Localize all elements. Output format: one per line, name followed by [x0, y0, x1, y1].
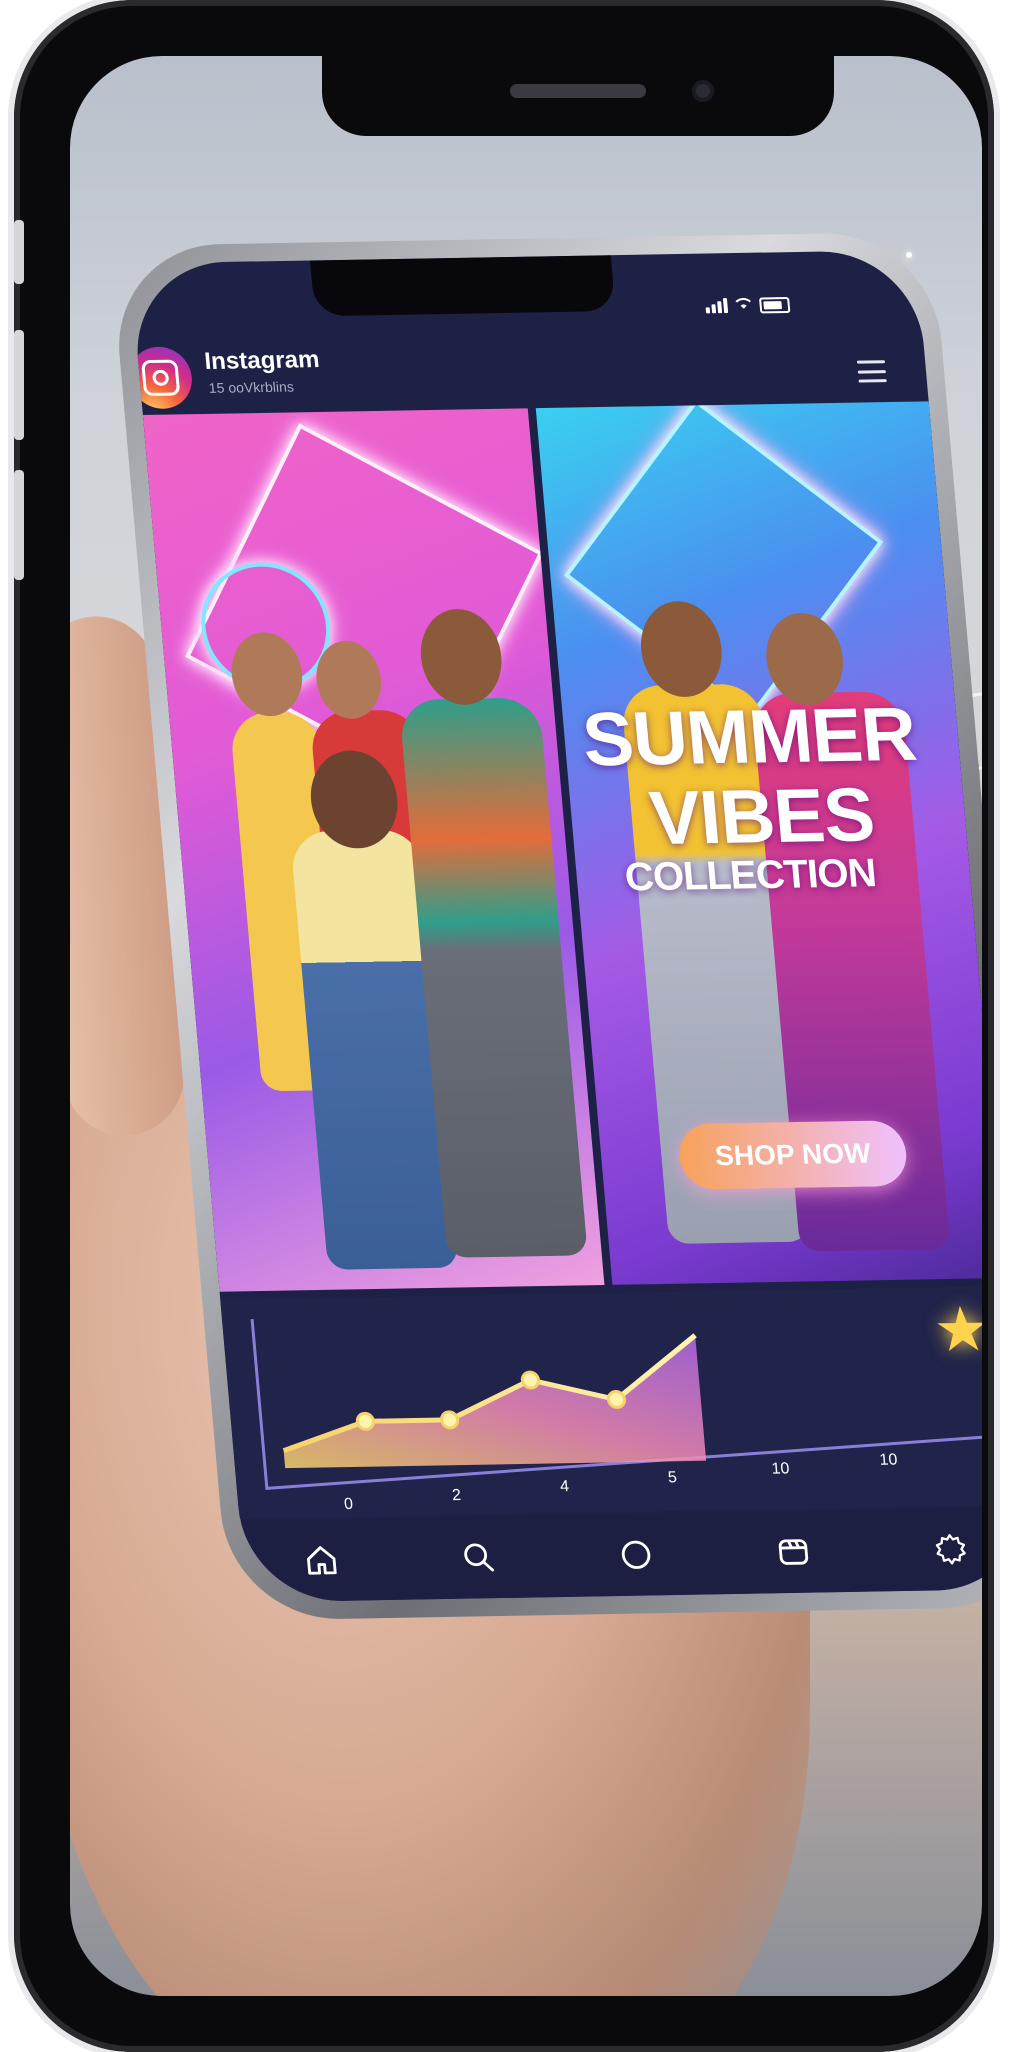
chart-point: [440, 1410, 460, 1430]
device-notch: [322, 56, 834, 136]
shop-now-button[interactable]: SHOP NOW: [676, 1120, 909, 1190]
app-title: Instagram: [203, 346, 321, 376]
app-subtitle: 15 ooVkrblins: [208, 378, 295, 396]
home-icon[interactable]: [295, 1535, 349, 1586]
mute-switch: [14, 220, 24, 284]
signal-icon: [705, 298, 729, 314]
headline-vibes: VIBES: [646, 772, 878, 862]
search-icon[interactable]: [452, 1532, 506, 1583]
settings-icon[interactable]: [923, 1524, 977, 1575]
device-frame: Instagram 15 ooVkrblins SUMMER VIBES COL…: [14, 0, 994, 2052]
chart-point: [355, 1411, 375, 1431]
chart-point: [606, 1390, 627, 1409]
reels-icon[interactable]: [766, 1527, 820, 1578]
promo-banner[interactable]: SUMMER VIBES COLLECTION SHOP NOW: [142, 401, 982, 1292]
volume-up-button: [14, 330, 24, 440]
circle-icon[interactable]: [609, 1529, 663, 1580]
bottom-nav: [239, 1507, 982, 1603]
held-phone: Instagram 15 ooVkrblins SUMMER VIBES COL…: [110, 231, 982, 1661]
wifi-icon: [733, 295, 755, 316]
growth-chart: 0 2 4 5 10 10 10: [220, 1285, 982, 1519]
chart-tick-label: 2: [451, 1487, 461, 1504]
instagram-app-screen: Instagram 15 ooVkrblins SUMMER VIBES COL…: [129, 249, 982, 1603]
headline-collection: COLLECTION: [623, 851, 878, 900]
app-header: Instagram 15 ooVkrblins: [129, 330, 929, 413]
star-icon: ★: [931, 1295, 982, 1365]
chart-tick-label: 0: [343, 1496, 353, 1513]
chart-point: [520, 1370, 540, 1390]
earpiece-speaker: [510, 84, 646, 98]
front-camera: [692, 80, 714, 102]
battery-icon: [758, 296, 791, 313]
chart-tick-label: 10: [879, 1451, 898, 1468]
headline-summer: SUMMER: [579, 691, 920, 783]
growth-chart-svg: 0245101010: [250, 1319, 982, 1513]
device-screen: Instagram 15 ooVkrblins SUMMER VIBES COL…: [70, 56, 982, 1996]
held-phone-notch: [310, 255, 616, 317]
hamburger-menu-icon[interactable]: [856, 360, 887, 383]
banner-photo-left: [142, 408, 605, 1292]
volume-down-button: [14, 470, 24, 580]
status-bar: [705, 294, 791, 316]
chart-tick-label: 4: [559, 1478, 569, 1495]
chart-tick-label: 10: [771, 1460, 790, 1477]
chart-tick-label: 5: [667, 1469, 677, 1486]
